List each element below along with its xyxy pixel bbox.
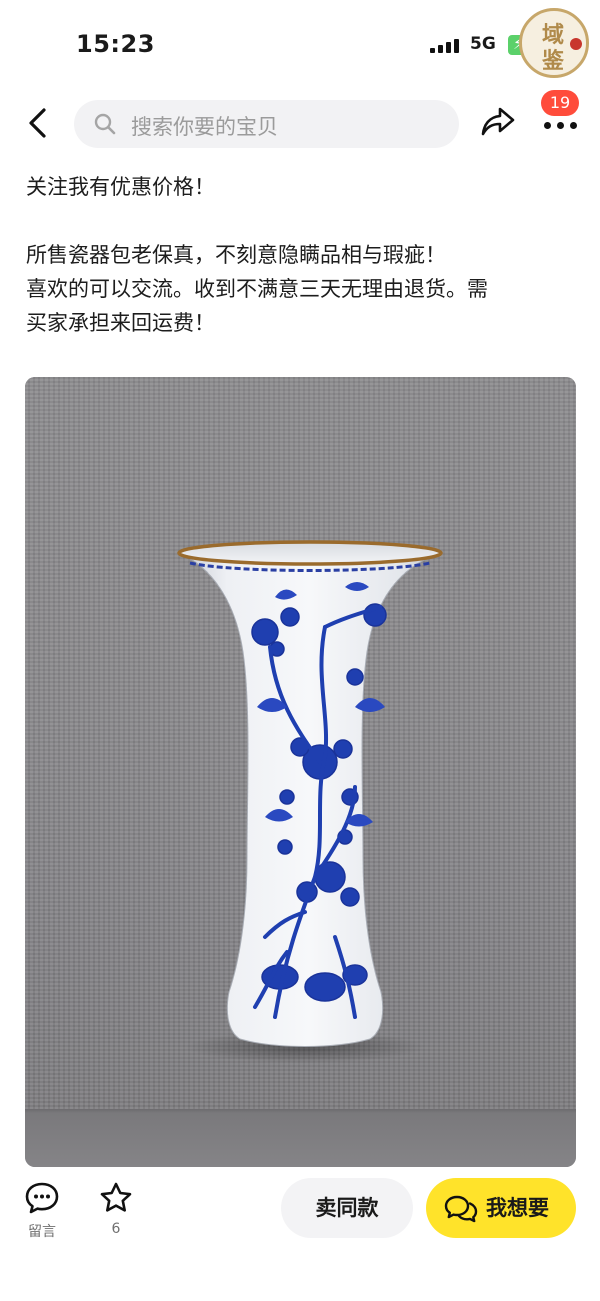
notification-badge: 19 [541, 90, 579, 116]
top-nav: 搜索你要的宝贝 19 [0, 90, 600, 152]
search-bar[interactable]: 搜索你要的宝贝 [74, 100, 459, 148]
product-photo[interactable] [25, 377, 576, 1167]
description-intro: 关注我有优惠价格！ [26, 175, 215, 199]
description-line: 买家承担来回运费！ [26, 311, 215, 335]
bottom-action-bar: 留言 6 卖同款 我想要 [0, 1167, 600, 1301]
i-want-label: 我想要 [486, 1196, 549, 1220]
back-button[interactable] [22, 106, 56, 140]
chat-icon [444, 1195, 478, 1223]
more-button[interactable] [542, 114, 578, 144]
next-photo-edge [25, 1109, 576, 1167]
description-line: 所售瓷器包老保真，不刻意隐瞒品相与瑕疵！ [26, 243, 446, 267]
description-line: 喜欢的可以交流。收到不满意三天无理由退货。需 [26, 277, 488, 301]
description-body: 所售瓷器包老保真，不刻意隐瞒品相与瑕疵！ 喜欢的可以交流。收到不满意三天无理由退… [26, 238, 586, 340]
network-type: 5G [470, 34, 496, 54]
status-bar: 15:23 5G ⚡ 域 鉴 [0, 0, 600, 88]
search-icon [94, 113, 116, 135]
message-label: 留言 [28, 1224, 56, 1240]
sell-same-button[interactable]: 卖同款 [281, 1178, 413, 1238]
share-button[interactable] [480, 106, 516, 138]
favorite-button[interactable]: 6 [94, 1181, 138, 1237]
star-icon [100, 1182, 132, 1212]
i-want-button[interactable]: 我想要 [426, 1178, 576, 1238]
status-time: 15:23 [76, 30, 155, 58]
message-icon [25, 1182, 59, 1214]
share-icon [481, 107, 515, 136]
signal-icon [430, 39, 462, 53]
favorite-count: 6 [111, 1221, 121, 1237]
vase-image [177, 540, 443, 1063]
back-icon [29, 108, 46, 138]
watermark-seal: 域 鉴 [519, 8, 589, 78]
search-placeholder: 搜索你要的宝贝 [131, 115, 278, 139]
message-button[interactable]: 留言 [20, 1181, 64, 1241]
